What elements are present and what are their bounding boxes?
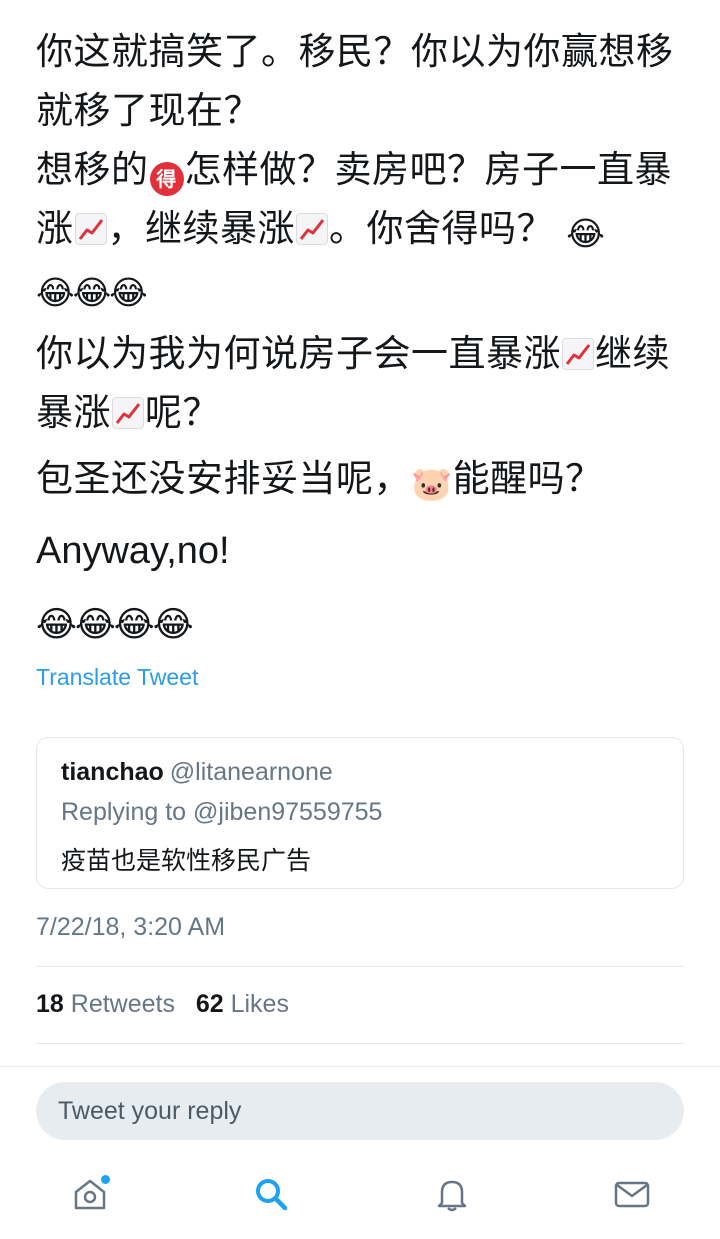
tweet-text-span: 你以为我为何说房子会一直暴涨 [36, 332, 561, 375]
tab-notifications[interactable] [432, 1174, 476, 1218]
quoted-tweet-replying-to: Replying to @jiben97559755 [61, 798, 383, 826]
likes-stat[interactable]: 62 Likes [196, 990, 289, 1018]
retweets-label: Retweets [70, 990, 175, 1018]
quoted-tweet-author: tianchao @litanearnone [61, 758, 333, 787]
tweet-paragraph-4: 包圣还没安排妥当呢，🐷能醒吗？ [36, 449, 696, 508]
laughing-emoji-icon: 😂 [72, 273, 112, 312]
quoted-tweet-name: tianchao [61, 758, 164, 786]
notification-dot [101, 1175, 110, 1184]
tweet-text: 你这就搞笑了。移民？你以为你赢想移就移了现在？ 想移的得怎样做？卖房吧？房子一直… [36, 22, 696, 652]
reply-input[interactable] [36, 1082, 684, 1140]
bell-icon [437, 1180, 467, 1212]
tweet-text-span: 能醒吗？ [452, 457, 603, 500]
tab-bar [0, 1160, 720, 1238]
pig-face-emoji-icon: 🐷 [411, 464, 453, 503]
tab-messages[interactable] [612, 1174, 656, 1218]
tweet-paragraph-2: 想移的得怎样做？卖房吧？房子一直暴涨 ，继续暴涨 。你舍得吗？ 😂 😂😂😂 [36, 140, 696, 317]
tweet-stats: 18 Retweets 62 Likes [36, 990, 289, 1019]
chart-up-emoji-icon [74, 213, 107, 245]
tweet-text-span: 你这就搞笑了。移民？你以为你赢想移就移了现在？ [36, 30, 674, 132]
tab-search[interactable] [251, 1174, 295, 1218]
tweet-paragraph-1: 你这就搞笑了。移民？你以为你赢想移就移了现在？ [36, 22, 696, 140]
laughing-emoji-row: 😂😂😂 [36, 269, 148, 312]
quoted-tweet-text: 疫苗也是软性移民广告 [61, 846, 312, 875]
divider [36, 966, 684, 967]
tweet-text-span: 想移的 [36, 148, 149, 191]
quoted-tweet-card[interactable]: tianchao @litanearnone Replying to @jiben… [36, 737, 684, 889]
search-icon [256, 1179, 288, 1211]
envelope-icon [614, 1181, 650, 1208]
laughing-emoji-icon: 😂 [109, 273, 148, 312]
quoted-tweet-handle: @litanearnone [169, 758, 333, 786]
tweet-timestamp: 7/22/18, 3:20 AM [36, 913, 226, 941]
retweets-count: 18 [36, 990, 64, 1018]
tweet-text-span: 。你舍得吗？ [329, 207, 554, 250]
tweet-paragraph-3: 你以为我为何说房子会一直暴涨 继续暴涨 呢？ [36, 324, 696, 442]
chart-up-emoji-icon [112, 397, 144, 429]
laughing-emoji-icon: 😂 [566, 214, 606, 253]
chart-up-emoji-icon [562, 338, 594, 370]
tweet-paragraph-5: Anyway,no! [36, 530, 230, 572]
tab-home[interactable] [70, 1174, 114, 1218]
likes-label: Likes [230, 990, 289, 1018]
de-emoji-icon: 得 [149, 162, 184, 196]
laughing-emoji-row: 😂😂😂😂 [36, 605, 194, 645]
tweet-text-span: 呢？ [145, 391, 220, 434]
likes-count: 62 [195, 990, 224, 1018]
divider [36, 1043, 684, 1044]
chart-up-emoji-icon [296, 213, 328, 245]
translate-tweet-link[interactable]: Translate Tweet [36, 664, 198, 691]
retweets-stat[interactable]: 18 Retweets [36, 990, 175, 1018]
tweet-text-span: ，继续暴涨 [107, 207, 295, 250]
laughing-emoji-icon: 😂 [36, 273, 75, 312]
tweet-text-span: 包圣还没安排妥当呢， [36, 457, 411, 500]
